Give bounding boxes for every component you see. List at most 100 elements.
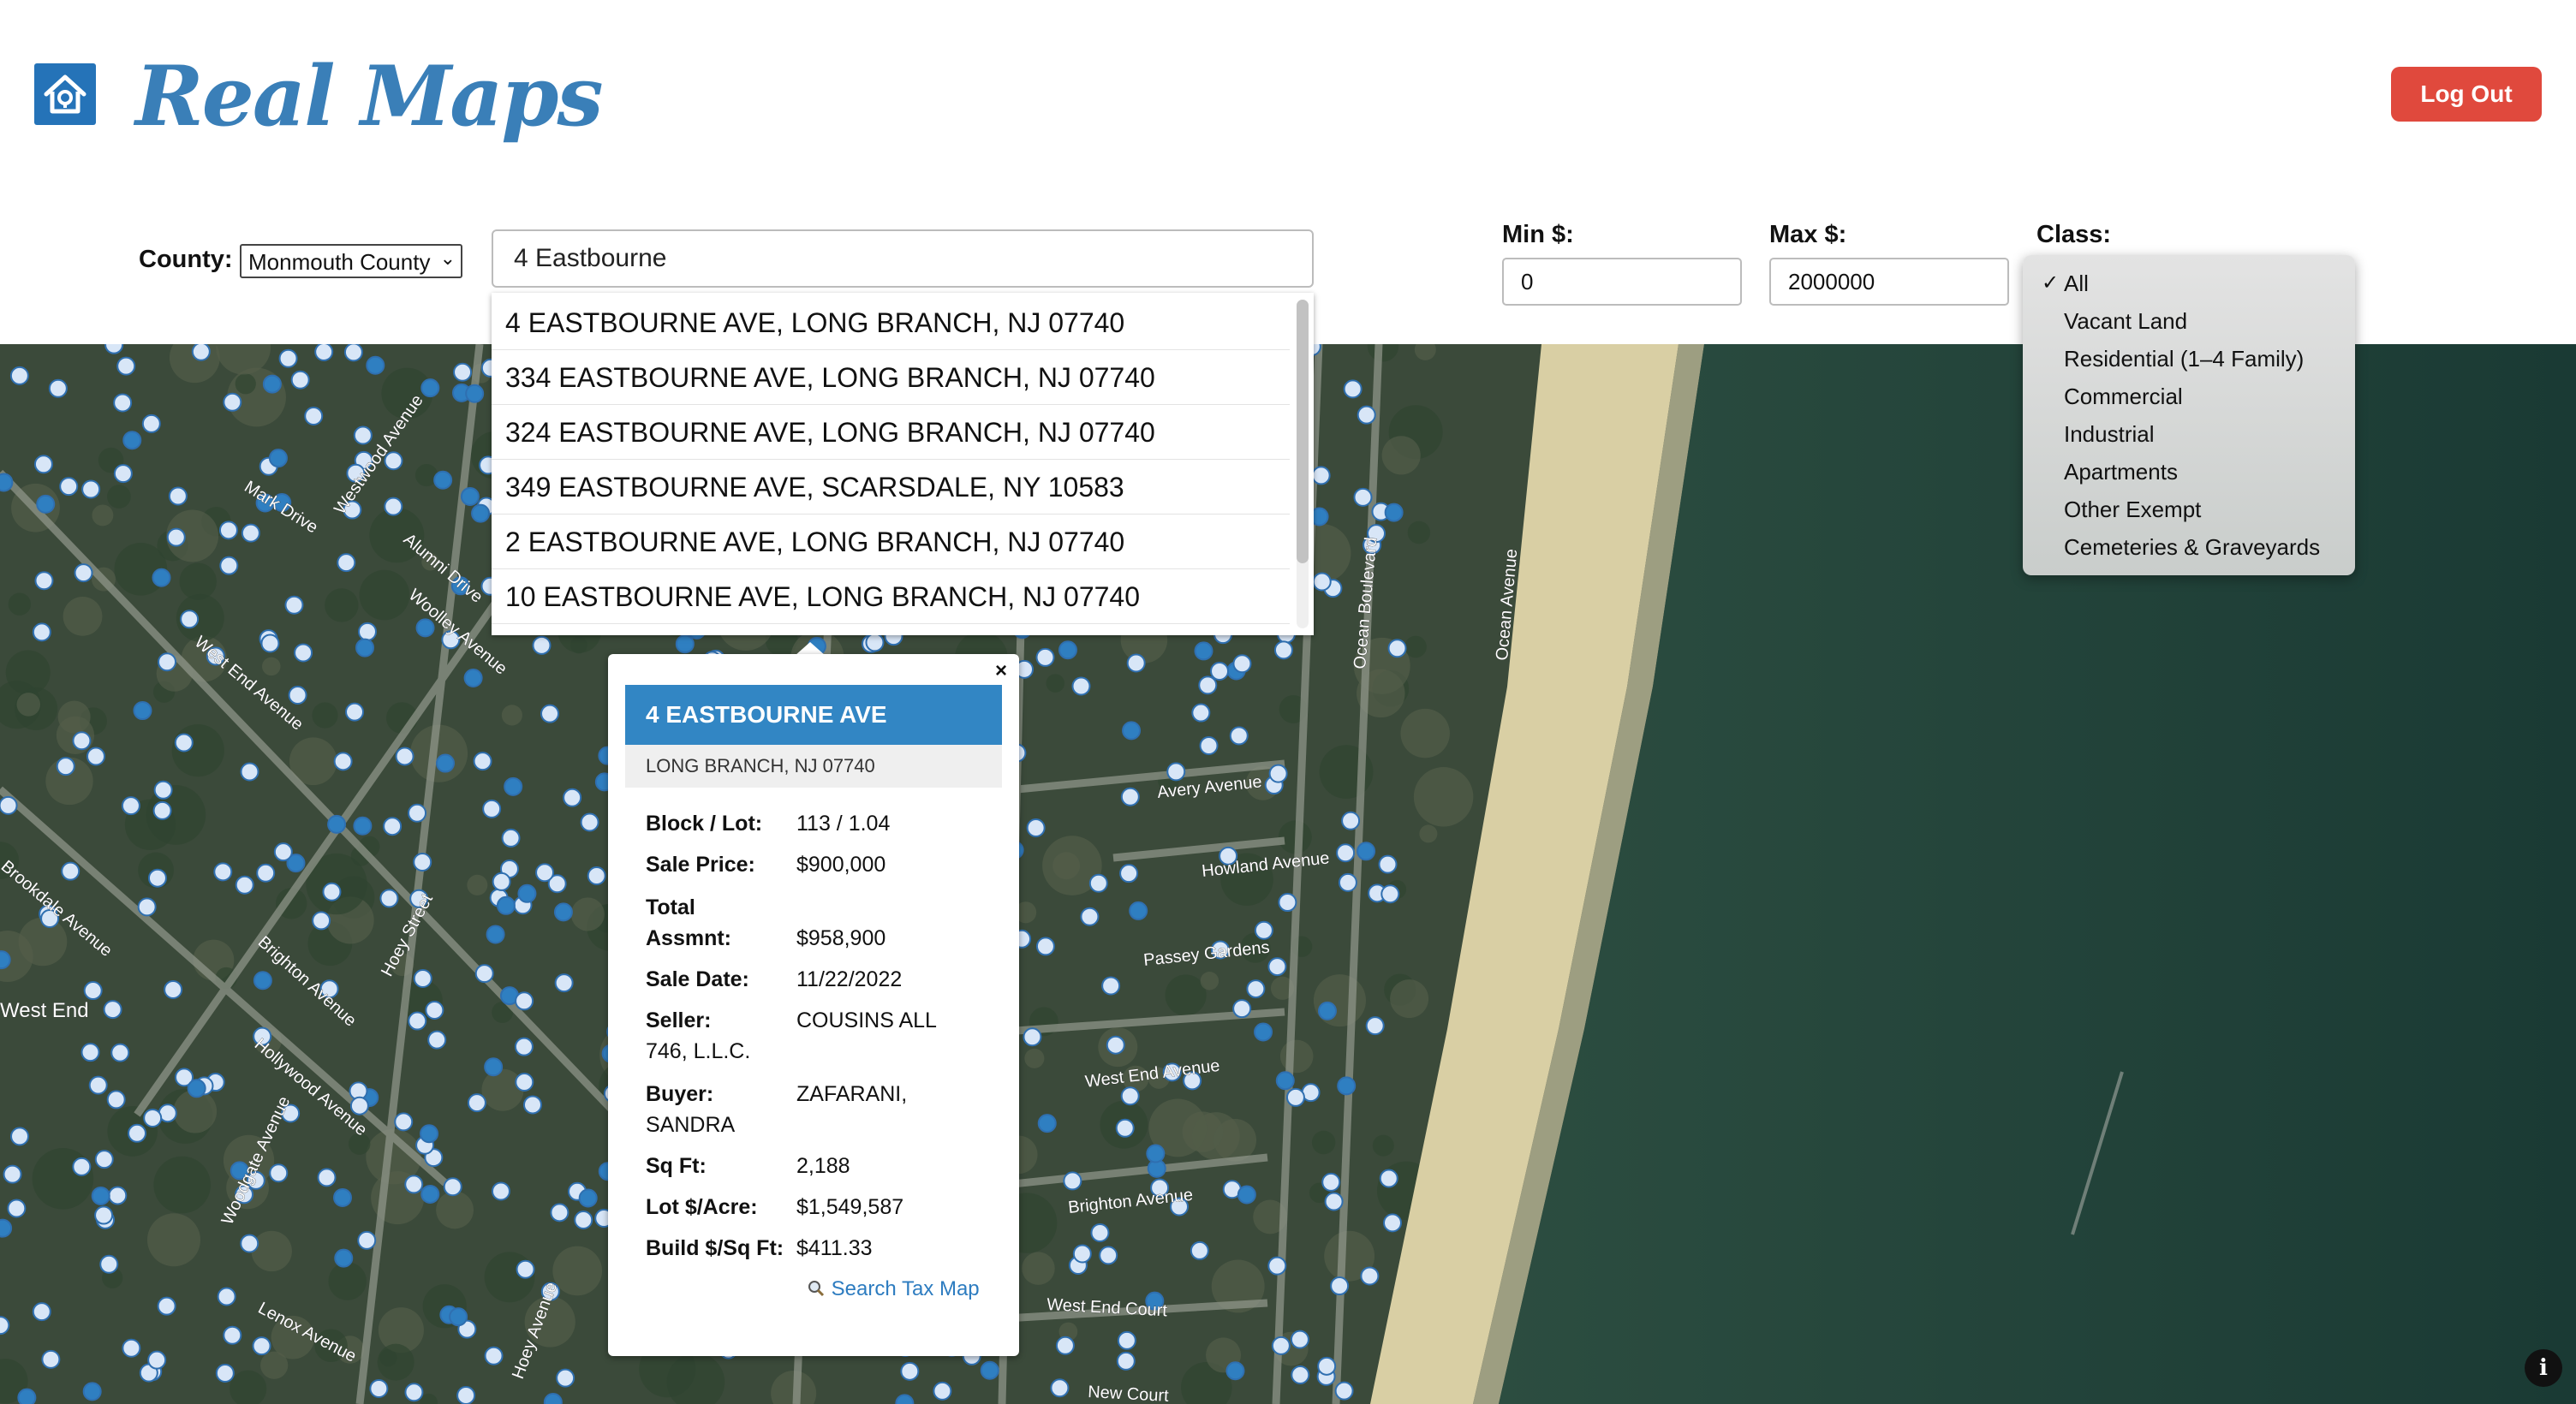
property-marker[interactable] (137, 897, 157, 917)
property-marker[interactable] (1379, 1169, 1398, 1188)
property-marker[interactable] (268, 449, 288, 468)
property-marker[interactable] (113, 393, 133, 413)
property-marker[interactable] (496, 895, 516, 915)
property-marker[interactable] (1194, 641, 1213, 661)
property-marker[interactable] (543, 1393, 563, 1404)
property-marker[interactable] (1099, 1246, 1118, 1265)
suggestion-item[interactable]: 334 EASTBOURNE AVE, LONG BRANCH, NJ 0774… (492, 351, 1290, 405)
property-marker[interactable] (1191, 703, 1211, 723)
info-icon[interactable]: i (2525, 1349, 2562, 1387)
max-price-input[interactable] (1769, 258, 2009, 306)
home-button[interactable] (34, 63, 96, 125)
property-marker[interactable] (110, 1043, 130, 1062)
property-marker[interactable] (1055, 1336, 1075, 1355)
property-marker[interactable] (1225, 1361, 1245, 1381)
property-marker[interactable] (501, 828, 521, 848)
county-select[interactable]: Monmouth County ⌄ (240, 244, 462, 278)
property-marker[interactable] (1122, 721, 1142, 741)
property-marker[interactable] (1275, 1071, 1295, 1091)
property-marker[interactable] (158, 652, 177, 672)
property-marker[interactable] (491, 1181, 510, 1201)
property-marker[interactable] (484, 1057, 504, 1077)
property-marker[interactable] (425, 1001, 444, 1020)
property-marker[interactable] (515, 1073, 534, 1092)
property-marker[interactable] (1063, 1171, 1082, 1191)
property-marker[interactable] (235, 875, 254, 895)
property-marker[interactable] (463, 668, 483, 687)
property-marker[interactable] (554, 973, 574, 993)
property-marker[interactable] (290, 370, 310, 390)
property-marker[interactable] (516, 1259, 535, 1279)
property-marker[interactable] (1198, 675, 1218, 695)
property-marker[interactable] (1330, 1276, 1350, 1296)
property-marker[interactable] (213, 862, 233, 882)
suggestion-item[interactable]: 4 EASTBOURNE AVE, LONG BRANCH, NJ 07740 (492, 296, 1290, 350)
property-marker[interactable] (269, 1163, 289, 1183)
property-marker[interactable] (413, 969, 432, 989)
property-marker[interactable] (1380, 884, 1400, 904)
property-marker[interactable] (157, 1296, 176, 1316)
property-marker[interactable] (465, 384, 485, 403)
property-marker[interactable] (408, 1011, 427, 1031)
suggestion-item[interactable]: 349 EASTBOURNE AVE, SCARSDALE, NY 10583 (492, 461, 1290, 515)
property-marker[interactable] (1290, 1330, 1309, 1349)
property-marker[interactable] (147, 868, 167, 888)
property-marker[interactable] (141, 413, 161, 433)
property-marker[interactable] (1291, 1365, 1310, 1384)
property-marker[interactable] (343, 344, 363, 362)
property-marker[interactable] (355, 638, 375, 657)
property-marker[interactable] (522, 1095, 542, 1115)
property-marker[interactable] (1080, 907, 1100, 926)
property-marker[interactable] (1312, 572, 1332, 592)
property-marker[interactable] (9, 366, 29, 385)
property-marker[interactable] (106, 1090, 126, 1110)
property-marker[interactable] (474, 964, 494, 984)
property-marker[interactable] (80, 1043, 100, 1062)
property-marker[interactable] (353, 425, 373, 445)
property-marker[interactable] (1146, 1144, 1166, 1163)
property-marker[interactable] (86, 747, 105, 766)
property-marker[interactable] (473, 752, 492, 771)
property-marker[interactable] (427, 1030, 447, 1050)
property-marker[interactable] (980, 1360, 999, 1380)
property-marker[interactable] (353, 816, 373, 836)
property-marker[interactable] (147, 1350, 167, 1370)
property-marker[interactable] (1106, 1035, 1125, 1055)
property-marker[interactable] (10, 1127, 30, 1146)
property-marker[interactable] (74, 563, 93, 583)
property-marker[interactable] (587, 866, 606, 886)
property-marker[interactable] (1334, 1381, 1354, 1401)
property-marker[interactable] (337, 553, 356, 573)
property-marker[interactable] (1365, 1016, 1385, 1036)
property-marker[interactable] (404, 1383, 424, 1402)
class-option-vacant-land[interactable]: Vacant Land (2064, 308, 2187, 335)
property-marker[interactable] (103, 1000, 122, 1020)
property-marker[interactable] (504, 776, 523, 796)
property-marker[interactable] (1035, 937, 1055, 956)
property-marker[interactable] (72, 1157, 92, 1176)
close-icon[interactable]: × (995, 659, 1007, 683)
property-marker[interactable] (578, 1188, 598, 1208)
property-marker[interactable] (1166, 762, 1186, 782)
property-marker[interactable] (1026, 818, 1046, 837)
property-marker[interactable] (933, 1381, 952, 1401)
property-marker[interactable] (1278, 893, 1297, 913)
class-option-commercial[interactable]: Commercial (2064, 384, 2183, 410)
property-marker[interactable] (32, 622, 51, 642)
property-marker[interactable] (174, 733, 194, 753)
property-marker[interactable] (460, 486, 480, 506)
property-marker[interactable] (122, 431, 142, 450)
property-marker[interactable] (1341, 811, 1361, 830)
suggestion-item[interactable]: 2 EASTBOURNE AVE, LONG BRANCH, NJ 07740 (492, 515, 1290, 569)
property-marker[interactable] (0, 795, 18, 815)
property-marker[interactable] (94, 1205, 114, 1225)
property-marker[interactable] (317, 1168, 337, 1187)
class-option-other-exempt[interactable]: Other Exempt (2064, 497, 2201, 523)
property-marker[interactable] (288, 685, 307, 705)
property-marker[interactable] (1037, 1114, 1057, 1133)
property-marker[interactable] (345, 702, 365, 722)
property-marker[interactable] (241, 523, 260, 543)
property-marker[interactable] (1267, 957, 1287, 977)
property-marker[interactable] (471, 503, 491, 523)
property-marker[interactable] (535, 863, 555, 883)
